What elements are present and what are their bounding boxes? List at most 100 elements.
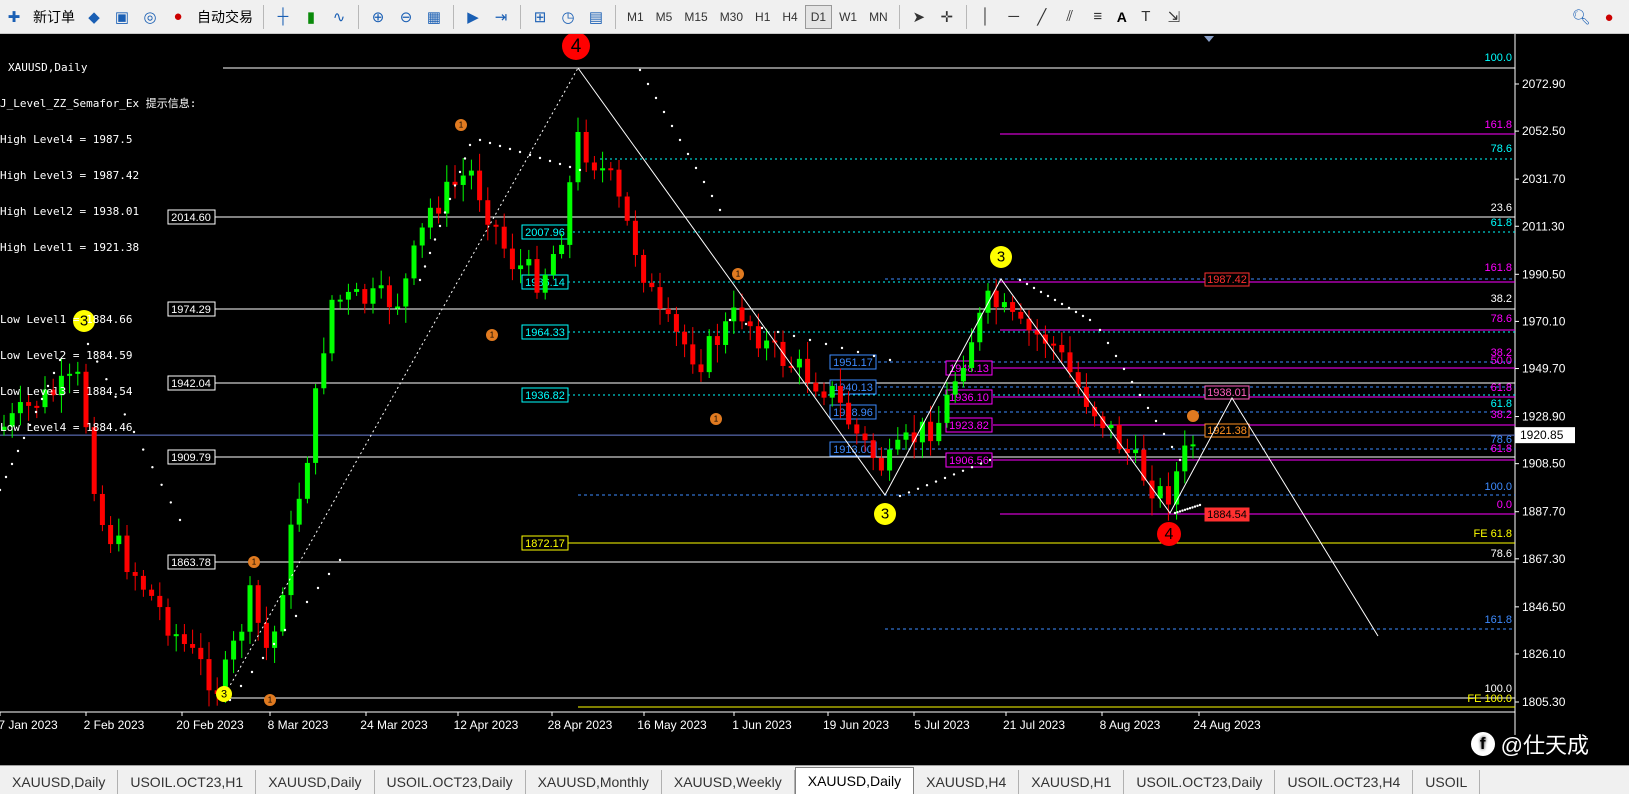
autoscroll-icon[interactable]: ▶ <box>460 4 486 30</box>
text-tool-button[interactable]: A <box>1113 4 1131 30</box>
auto-trade-button[interactable]: 自动交易 <box>193 4 257 30</box>
candle-body <box>1149 480 1155 499</box>
price-chart[interactable]: 2072.90 2052.50 2031.70 2011.30 1990.50 1970.… <box>0 34 1629 765</box>
new-order-icon[interactable]: ✚ <box>1 4 27 30</box>
chart-tab[interactable]: XAUUSD,Weekly <box>662 770 795 794</box>
chart-tab[interactable]: XAUUSD,H1 <box>1019 770 1125 794</box>
chart-tab[interactable]: XAUUSD,Daily <box>0 770 119 794</box>
crosshair-icon[interactable]: ✛ <box>934 4 960 30</box>
sar-dot <box>961 469 965 472</box>
notifications-icon[interactable]: ● <box>1596 4 1622 30</box>
sar-dot <box>1074 310 1078 314</box>
timeframe-mn[interactable]: MN <box>864 5 893 29</box>
equidistant-channel-icon[interactable]: ⫽ <box>1057 4 1083 30</box>
sar-dot <box>694 166 698 170</box>
sar-dot <box>872 354 876 358</box>
text-label-icon[interactable]: T <box>1133 4 1159 30</box>
chart-tab[interactable]: USOIL <box>1413 770 1481 794</box>
candlestick-icon[interactable]: ▮ <box>298 4 324 30</box>
sar-dot <box>453 184 457 187</box>
candle-body <box>419 227 425 246</box>
candle-body <box>181 634 187 645</box>
navigator-icon[interactable]: ▣ <box>109 4 135 30</box>
timeframe-h1[interactable]: H1 <box>750 5 775 29</box>
chart-tab[interactable]: USOIL.OCT23,Daily <box>375 770 526 794</box>
chart-tab[interactable]: USOIL.OCT23,H4 <box>1275 770 1414 794</box>
sar-dot <box>151 466 154 469</box>
candle-body <box>944 394 950 423</box>
sar-dot <box>142 448 145 451</box>
templates-icon[interactable]: ▤ <box>583 4 609 30</box>
chart-tab[interactable]: XAUUSD,H4 <box>914 770 1020 794</box>
candle-body <box>436 207 442 214</box>
fibonacci-icon[interactable]: ≡ <box>1085 4 1111 30</box>
sar-dot <box>568 165 572 169</box>
date-tick-label: 19 Jun 2023 <box>823 718 889 732</box>
chart-tab[interactable]: USOIL.OCT23,H1 <box>118 770 257 794</box>
vertical-line-icon[interactable]: │ <box>973 4 999 30</box>
sar-dot <box>840 346 844 350</box>
price-tick-label: 1887.70 <box>1522 505 1566 519</box>
new-order-button[interactable]: 新订单 <box>29 4 79 30</box>
cursor-icon[interactable]: ➤ <box>906 4 932 30</box>
candle-body <box>862 433 868 441</box>
sar-dot <box>898 494 902 498</box>
date-tick-label: 24 Mar 2023 <box>360 718 428 732</box>
sar-dot <box>578 168 582 172</box>
chart-tab[interactable]: XAUUSD,Daily <box>256 770 375 794</box>
sar-dot <box>338 558 342 562</box>
high-level-2: High Level2 = 1938.01 <box>0 205 140 218</box>
periods-icon[interactable]: ◷ <box>555 4 581 30</box>
market-watch-icon[interactable]: ◆ <box>81 4 107 30</box>
tile-windows-icon[interactable]: ▦ <box>421 4 447 30</box>
data-window-icon[interactable]: ◎ <box>137 4 163 30</box>
timeframe-d1[interactable]: D1 <box>804 4 833 29</box>
auto-trade-icon[interactable]: ● <box>165 4 191 30</box>
zoom-out-icon[interactable]: ⊖ <box>393 4 419 30</box>
candle-body <box>1051 343 1057 346</box>
zoom-in-icon[interactable]: ⊕ <box>365 4 391 30</box>
candle-body <box>329 299 335 354</box>
timeframe-m30[interactable]: M30 <box>715 5 748 29</box>
sar-dot <box>443 211 447 214</box>
candle-body <box>1059 344 1065 353</box>
sar-dot <box>160 483 163 486</box>
level-box-red-top-label: 1987.42 <box>1207 274 1247 286</box>
chart-tab-active[interactable]: XAUUSD,Daily <box>794 767 915 794</box>
sar-dot <box>646 82 650 86</box>
sar-dot <box>1046 294 1050 298</box>
sar-dot <box>169 501 172 504</box>
trendline-icon[interactable]: ╱ <box>1029 4 1055 30</box>
sar-dot <box>808 338 812 342</box>
search-icon[interactable]: 🔍︎ <box>1568 4 1594 30</box>
candle-body <box>501 226 507 249</box>
horizontal-line-icon[interactable]: ─ <box>1001 4 1027 30</box>
bar-chart-icon[interactable]: ┼ <box>270 4 296 30</box>
candle-body <box>903 432 909 440</box>
timeframe-h4[interactable]: H4 <box>777 5 802 29</box>
sar-dot <box>272 642 276 646</box>
timeframe-m15[interactable]: M15 <box>679 5 712 29</box>
sar-dot <box>1025 282 1029 286</box>
candle-body <box>321 353 327 389</box>
line-chart-icon[interactable]: ∿ <box>326 4 352 30</box>
chart-tab[interactable]: XAUUSD,Monthly <box>526 770 662 794</box>
sar-dot <box>952 473 956 476</box>
sar-dot <box>538 156 542 160</box>
chart-shift-icon[interactable]: ⇥ <box>488 4 514 30</box>
candle-body <box>165 607 171 636</box>
timeframe-m5[interactable]: M5 <box>651 5 678 29</box>
indicators-icon[interactable]: ⊞ <box>527 4 553 30</box>
fib-percent-label: 100.0 <box>1484 52 1512 64</box>
toolbar-separator <box>453 4 454 29</box>
arrows-icon[interactable]: ⇲ <box>1161 4 1187 30</box>
candle-body <box>813 382 819 392</box>
sar-dot <box>433 238 437 241</box>
chart-tab[interactable]: USOIL.OCT23,Daily <box>1124 770 1276 794</box>
timeframe-w1[interactable]: W1 <box>834 5 862 29</box>
timeframe-m1[interactable]: M1 <box>622 5 649 29</box>
sar-dot <box>528 153 532 157</box>
candle-body <box>575 131 581 183</box>
watermark-logo-icon: f <box>1470 732 1495 756</box>
candle-body <box>149 589 155 596</box>
